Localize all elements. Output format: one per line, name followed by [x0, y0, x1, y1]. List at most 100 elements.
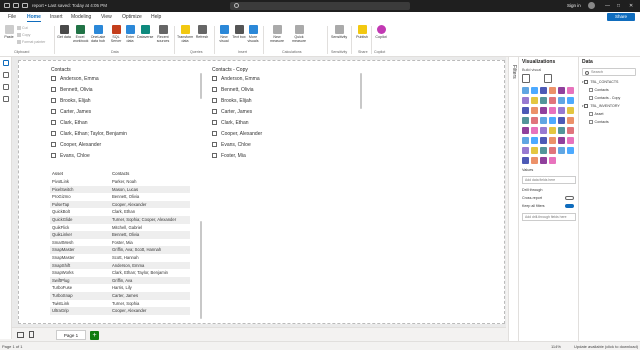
visual-type-icon[interactable]: [549, 107, 556, 114]
undo-icon[interactable]: [22, 3, 28, 8]
cross-report-toggle[interactable]: [565, 196, 574, 200]
share-button[interactable]: Share: [607, 13, 635, 21]
visual-type-icon[interactable]: [531, 137, 538, 144]
visual-type-icon[interactable]: [540, 117, 547, 124]
column-header-asset[interactable]: Asset: [52, 171, 63, 176]
slicer-item[interactable]: Clark, Ethan: [212, 120, 249, 126]
paste-button[interactable]: Paste: [3, 25, 15, 39]
visual-type-icon[interactable]: [558, 147, 565, 154]
table-row[interactable]: SnapMaster Scott, Hannah: [50, 254, 190, 262]
table-row[interactable]: PivotLink Parker, Noah: [50, 178, 190, 186]
visual-type-icon[interactable]: [540, 97, 547, 104]
add-page-button[interactable]: +: [90, 331, 99, 340]
visual-type-icon[interactable]: [567, 107, 574, 114]
table-row[interactable]: QuikFlick Mitchell, Gabriel: [50, 224, 190, 232]
table-row[interactable]: TurboFuse Harris, Lily: [50, 284, 190, 292]
checkbox-icon[interactable]: [51, 131, 56, 136]
more-visuals-button[interactable]: More visuals: [246, 25, 260, 43]
visual-type-icon[interactable]: [531, 127, 538, 134]
visual-type-icon[interactable]: [567, 127, 574, 134]
dataverse-button[interactable]: Dataverse: [137, 25, 153, 39]
slicer-item[interactable]: Carter, James: [51, 109, 91, 115]
model-view-icon[interactable]: [3, 84, 9, 90]
text-box-button[interactable]: Text box: [232, 25, 246, 39]
table-node[interactable]: ▾ TBL_INVENTORY: [582, 104, 620, 108]
checkbox-icon[interactable]: [212, 142, 217, 147]
visual-type-icon[interactable]: [549, 87, 556, 94]
build-visual-tab[interactable]: Build visual: [522, 68, 541, 72]
visual-type-icon[interactable]: [522, 97, 529, 104]
checkbox-icon[interactable]: [589, 88, 593, 92]
table-row[interactable]: ProGizmo Bennett, Olivia: [50, 193, 190, 201]
checkbox-icon[interactable]: [51, 109, 56, 114]
visual-type-icon[interactable]: [531, 157, 538, 164]
field-node[interactable]: Contacts - Copy: [589, 96, 620, 100]
visual-type-icon[interactable]: [567, 137, 574, 144]
zoom-level[interactable]: 114%: [551, 344, 561, 349]
visual-type-icon[interactable]: [549, 137, 556, 144]
slicer-item[interactable]: Clark, Ethan; Taylor, Benjamin: [51, 131, 127, 137]
visual-type-icon[interactable]: [549, 157, 556, 164]
table-row[interactable]: SmartMesh Foster, Mia: [50, 239, 190, 247]
excel-workbook-button[interactable]: Excel workbook: [73, 25, 88, 43]
format-painter-button[interactable]: Format painter: [17, 40, 45, 45]
slicer-item[interactable]: Cooper, Alexander: [212, 131, 262, 137]
new-measure-button[interactable]: New measure: [267, 25, 287, 43]
quick-measure-button[interactable]: Quick measure: [289, 25, 309, 43]
checkbox-icon[interactable]: [212, 76, 217, 81]
visual-type-icon[interactable]: [540, 87, 547, 94]
table-scrollbar[interactable]: [200, 221, 202, 319]
enter-data-button[interactable]: Enter data: [123, 25, 137, 43]
checkbox-icon[interactable]: [212, 131, 217, 136]
table-view-icon[interactable]: [3, 72, 9, 78]
slicer-item[interactable]: Brooks, Elijah: [212, 98, 252, 104]
visual-type-icon[interactable]: [540, 157, 547, 164]
checkbox-icon[interactable]: [212, 87, 217, 92]
visual-type-icon[interactable]: [531, 87, 538, 94]
slicer-item[interactable]: Evans, Chloe: [212, 142, 251, 148]
table-row[interactable]: SnapWorks Clark, Ethan; Taylor, Benjamin: [50, 269, 190, 277]
table-row[interactable]: QuickGlide Turner, Sophia; Cooper, Alexan…: [50, 216, 190, 224]
checkbox-icon[interactable]: [589, 96, 593, 100]
field-node[interactable]: Asset: [589, 112, 604, 116]
build-visual-icon[interactable]: [522, 74, 530, 83]
update-notice[interactable]: Update available (click to download): [574, 344, 638, 349]
slicer-item[interactable]: Brooks, Elijah: [51, 98, 91, 104]
slicer-item[interactable]: Anderson, Emma: [212, 76, 260, 82]
checkbox-icon[interactable]: [589, 120, 593, 124]
visual-type-icon[interactable]: [567, 87, 574, 94]
sensitivity-button[interactable]: Sensitivity: [331, 25, 347, 39]
report-view-icon[interactable]: [3, 60, 9, 66]
slicer-item[interactable]: Evans, Chloe: [51, 153, 90, 159]
visual-type-icon[interactable]: [522, 107, 529, 114]
close-button[interactable]: ✕: [629, 3, 633, 9]
avatar[interactable]: [588, 2, 595, 9]
table-row[interactable]: TwistLink Turner, Sophia: [50, 300, 190, 308]
dax-query-view-icon[interactable]: [3, 96, 9, 102]
visual-type-icon[interactable]: [540, 137, 547, 144]
sql-server-button[interactable]: SQL Server: [109, 25, 123, 43]
visual-type-icon[interactable]: [558, 117, 565, 124]
visual-type-icon[interactable]: [531, 107, 538, 114]
table-row[interactable]: SnapShift Anderson, Emma: [50, 261, 190, 270]
data-search-input[interactable]: Search: [582, 68, 636, 76]
visual-type-icon[interactable]: [531, 117, 538, 124]
slicer-scrollbar[interactable]: [360, 73, 362, 109]
minimize-button[interactable]: —: [605, 3, 610, 9]
visual-type-icon[interactable]: [558, 87, 565, 94]
visual-type-icon[interactable]: [567, 97, 574, 104]
tab-modeling[interactable]: Modeling: [71, 14, 91, 20]
slicer-item[interactable]: Bennett, Olivia: [212, 87, 254, 93]
table-node[interactable]: ▾ TBL_CONTACTS: [582, 80, 618, 84]
visual-type-icon[interactable]: [549, 147, 556, 154]
values-well[interactable]: Add data fields here: [522, 176, 576, 184]
visual-type-icon[interactable]: [540, 107, 547, 114]
visual-type-icon[interactable]: [531, 97, 538, 104]
visual-type-icon[interactable]: [558, 97, 565, 104]
visual-type-icon[interactable]: [522, 157, 529, 164]
report-page[interactable]: Contacts Anderson, Emma Bennett, Olivia …: [18, 60, 505, 324]
checkbox-icon[interactable]: [51, 142, 56, 147]
checkbox-icon[interactable]: [212, 98, 217, 103]
checkbox-icon[interactable]: [212, 109, 217, 114]
desktop-layout-icon[interactable]: [17, 332, 24, 338]
